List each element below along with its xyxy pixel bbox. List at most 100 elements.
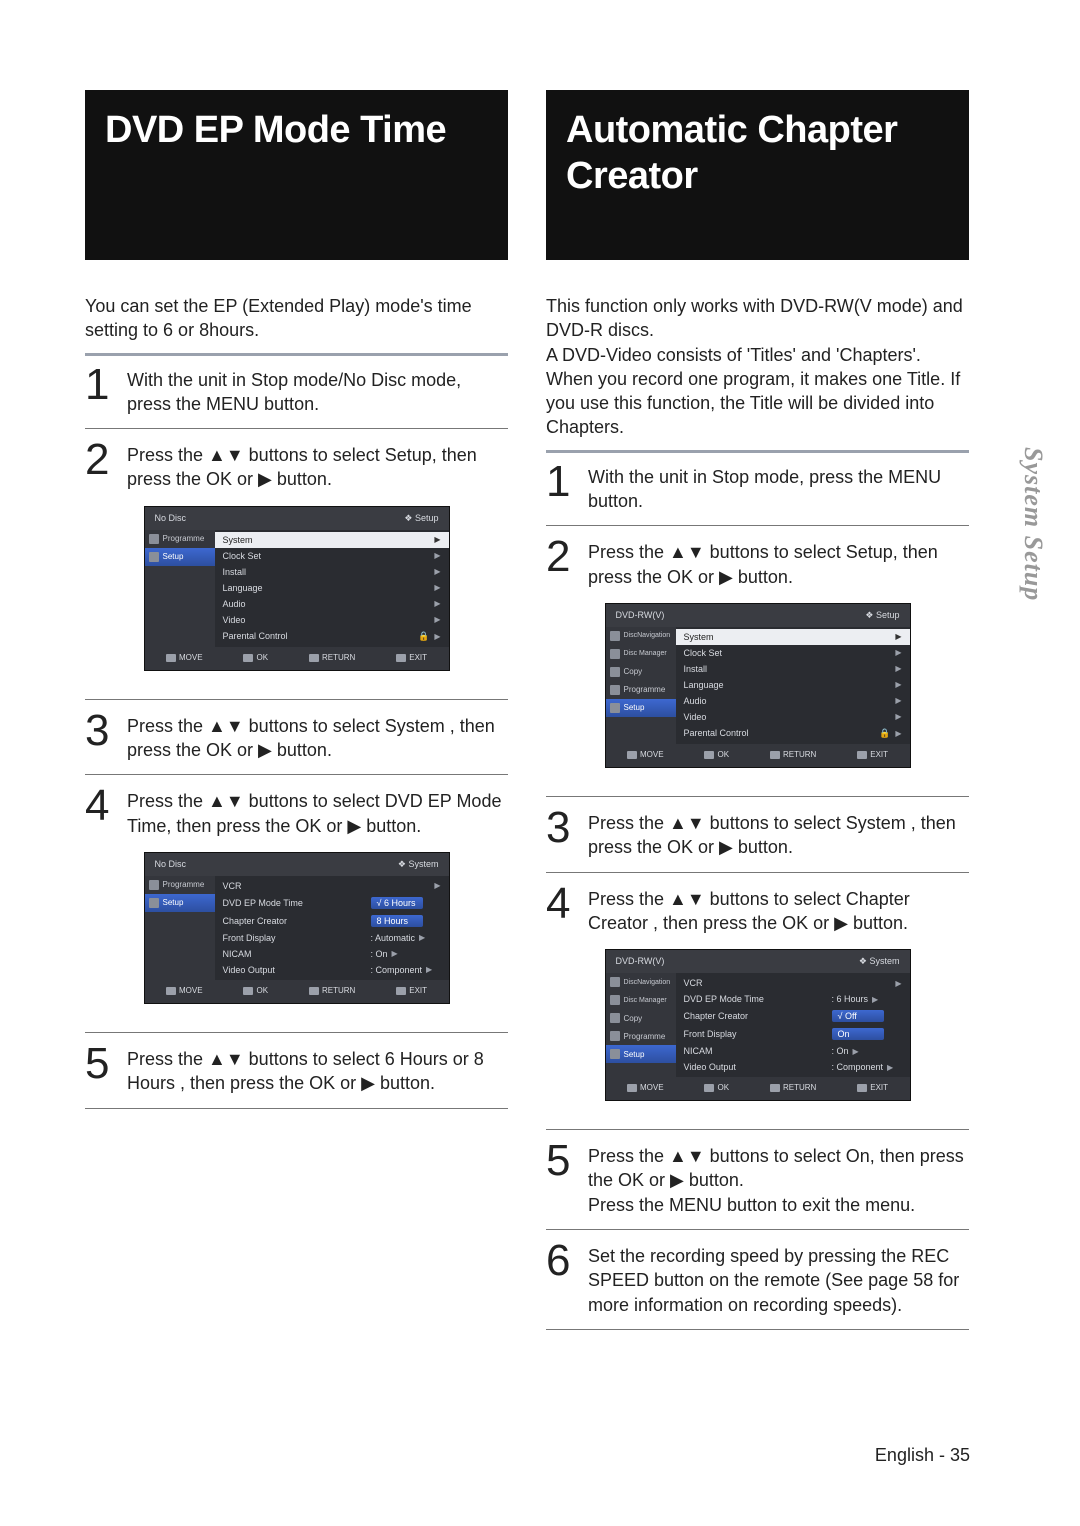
osd-footer-exit: EXIT [396,653,427,662]
chevron-right-icon: ▶ [434,632,440,641]
osd-sidebar: Programme Setup [145,530,215,647]
programme-icon [610,685,620,695]
osd-row: Audio▶ [676,693,910,709]
return-icon [770,1084,780,1092]
osd-option-selected: √ Off [832,1010,884,1022]
divider [85,774,508,775]
osd-footer-exit: EXIT [857,750,888,759]
osd-side-item: DiscNavigation [606,627,676,645]
osd-side-item: Copy [606,1009,676,1027]
osd-row: Chapter Creator8 Hours [215,912,449,930]
step-text: Press the ▲▼ buttons to select Setup, th… [127,441,508,492]
exit-icon [857,751,867,759]
osd-row: Install▶ [676,661,910,677]
step-number: 6 [546,1242,576,1317]
osd-header-right: ❖ Setup [865,610,899,621]
step-text: Press the ▲▼ buttons to select Chapter C… [588,885,969,936]
osd-footer-move: MOVE [627,750,664,759]
osd-row: Front Display: Automatic▶ [215,930,449,946]
disc-icon [610,631,620,641]
divider [85,1108,508,1109]
osd-option: On [832,1028,884,1040]
osd-row: NICAM: On▶ [676,1043,910,1059]
divider [546,1229,969,1230]
osd-value: : Component [832,1062,884,1072]
page-footer: English - 35 [875,1445,970,1466]
ok-icon [243,654,253,662]
chevron-right-icon: ▶ [895,729,901,738]
step-number: 4 [546,885,576,936]
osd-footer-return: RETURN [770,750,816,759]
osd-sidebar: DiscNavigation Disc Manager Copy Program… [606,973,676,1077]
ok-icon [243,987,253,995]
osd-side-item-selected: Setup [606,1045,676,1063]
osd-side-item-selected: Setup [606,699,676,717]
divider [546,1329,969,1330]
osd-value: : Component [371,965,423,975]
osd-footer-return: RETURN [770,1083,816,1092]
osd-option-selected: √ 6 Hours [371,897,423,909]
return-icon [309,987,319,995]
osd-screenshot-setup: DVD-RW(V) ❖ Setup DiscNavigation Disc Ma… [605,603,911,768]
section-title: Automatic Chapter Creator [566,108,949,199]
osd-row: System▶ [215,532,449,548]
chevron-right-icon: ▶ [872,995,878,1004]
osd-side-item: Disc Manager [606,991,676,1009]
dpad-icon [627,1084,637,1092]
section-title-block: DVD EP Mode Time [85,90,508,260]
divider [546,872,969,873]
osd-footer-ok: OK [243,653,268,662]
step-text: Press the ▲▼ buttons to select System , … [127,712,508,763]
chevron-right-icon: ▶ [887,1063,893,1072]
footer-page-number: 35 [950,1445,970,1465]
osd-row: Language▶ [215,580,449,596]
chevron-right-icon: ▶ [392,949,398,958]
osd-footer-move: MOVE [166,653,203,662]
lock-icon: 🔒 [418,631,429,641]
osd-footer-return: RETURN [309,653,355,662]
osd-sidebar: Programme Setup [145,876,215,980]
chevron-right-icon: ▶ [895,632,901,641]
chevron-right-icon: ▶ [434,881,440,890]
chevron-right-icon: ▶ [426,965,432,974]
divider [546,1129,969,1130]
chevron-right-icon: ▶ [895,648,901,657]
osd-sidebar: DiscNavigation Disc Manager Copy Program… [606,627,676,744]
chevron-right-icon: ▶ [895,979,901,988]
step-text: Press the ▲▼ buttons to select DVD EP Mo… [127,787,508,838]
chevron-right-icon: ▶ [895,680,901,689]
chevron-right-icon: ▶ [434,583,440,592]
osd-row: Parental Control🔒 ▶ [215,628,449,645]
intro-text: This function only works with DVD-RW(V m… [546,294,969,440]
osd-header-left: DVD-RW(V) [616,956,665,967]
step-number: 2 [85,441,115,492]
osd-header-left: DVD-RW(V) [616,610,665,621]
chevron-right-icon: ▶ [853,1047,859,1056]
chevron-right-icon: ▶ [895,712,901,721]
osd-footer-ok: OK [704,1083,729,1092]
step-1: 1 With the unit in Stop mode, press the … [546,463,969,514]
osd-row: DVD EP Mode Time√ 6 Hours [215,894,449,912]
step-number: 3 [85,712,115,763]
exit-icon [857,1084,867,1092]
exit-icon [396,987,406,995]
osd-side-item: Copy [606,663,676,681]
osd-header-right: ❖ System [859,956,900,967]
chevron-right-icon: ▶ [434,615,440,624]
programme-icon [149,880,159,890]
gear-icon [149,898,159,908]
step-5: 5 Press the ▲▼ buttons to select On, the… [546,1142,969,1217]
step-text: Press the ▲▼ buttons to select Setup, th… [588,538,969,589]
manager-icon [610,995,620,1005]
step-4: 4 Press the ▲▼ buttons to select DVD EP … [85,787,508,838]
divider [546,525,969,526]
step-number: 5 [546,1142,576,1217]
osd-header-left: No Disc [155,513,187,524]
section-title: DVD EP Mode Time [105,108,446,154]
osd-row: Video Output: Component▶ [215,962,449,978]
divider [85,699,508,700]
programme-icon [149,534,159,544]
chevron-right-icon: ▶ [419,933,425,942]
osd-row: Video Output: Component▶ [676,1059,910,1075]
osd-row: NICAM: On▶ [215,946,449,962]
